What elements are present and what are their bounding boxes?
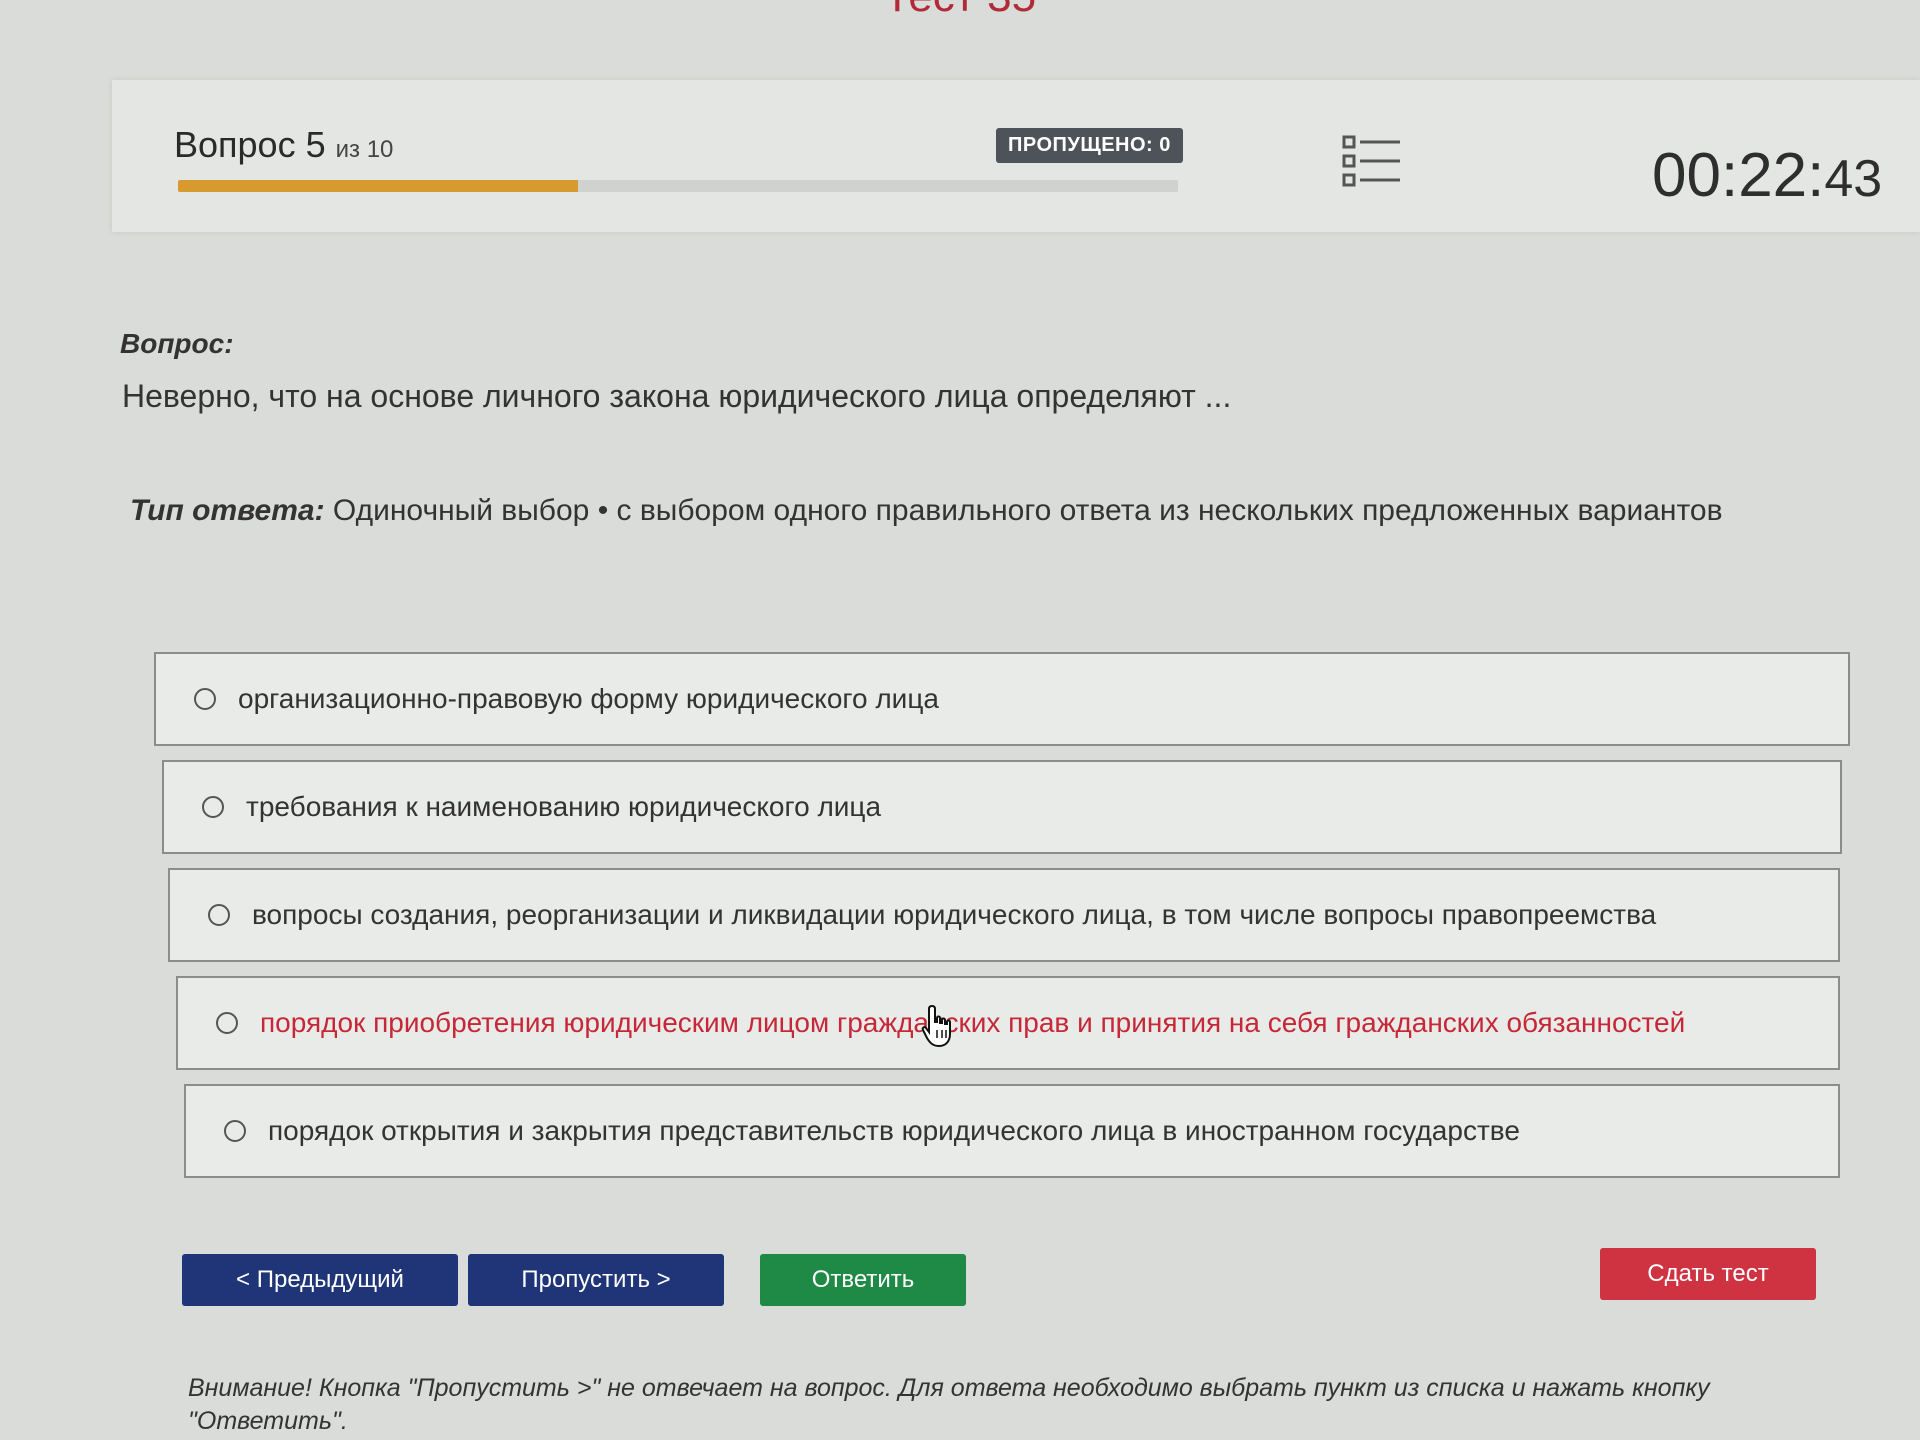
previous-button[interactable]: < Предыдущий (182, 1254, 458, 1306)
option-label: вопросы создания, реорганизации и ликвид… (252, 899, 1657, 930)
radio-button[interactable] (216, 1012, 238, 1034)
radio-button[interactable] (194, 688, 216, 710)
test-header: Вопрос 5 из 10 ПРОПУЩЕНО: 0 00:22:43 (112, 80, 1920, 232)
answer-type-label: Тип ответа: (130, 494, 325, 527)
question-counter: Вопрос 5 из 10 (174, 124, 393, 166)
answer-type: Тип ответа: Одиночный выбор • с выбором … (130, 494, 1723, 528)
option-label: порядок приобретения юридическим лицом г… (260, 1007, 1686, 1038)
option-label: организационно-правовую форму юридическо… (238, 683, 939, 714)
timer-seconds: 43 (1824, 150, 1883, 208)
option-label: требования к наименованию юридического л… (246, 791, 882, 822)
skip-button[interactable]: Пропустить > (468, 1254, 724, 1306)
progress-bar (178, 180, 1178, 192)
submit-test-button[interactable]: Сдать тест (1600, 1248, 1816, 1300)
radio-button[interactable] (202, 796, 224, 818)
answer-option-2[interactable]: требования к наименованию юридического л… (162, 760, 1842, 854)
notice-text: Внимание! Кнопка "Пропустить >" не отвеч… (188, 1374, 1710, 1435)
timer-main: 00:22: (1652, 141, 1825, 210)
question-label: Вопрос: (120, 328, 234, 359)
timer: 00:22:43 (1652, 140, 1882, 211)
answer-option-3[interactable]: вопросы создания, реорганизации и ликвид… (168, 868, 1840, 962)
skipped-badge: ПРОПУЩЕНО: 0 (996, 128, 1183, 163)
question-total: из 10 (335, 136, 394, 163)
answer-options: организационно-правовую форму юридическо… (154, 652, 1850, 1192)
list-icon[interactable] (1342, 134, 1402, 190)
question-text: Неверно, что на основе личного закона юр… (122, 378, 1232, 414)
radio-button[interactable] (224, 1120, 246, 1142)
answer-option-5[interactable]: порядок открытия и закрытия представител… (184, 1084, 1840, 1178)
answer-type-value: Одиночный выбор • с выбором одного прави… (332, 494, 1723, 527)
radio-button[interactable] (208, 904, 230, 926)
question-number: Вопрос 5 (174, 124, 326, 165)
answer-option-1[interactable]: организационно-правовую форму юридическо… (154, 652, 1850, 746)
progress-fill (178, 180, 578, 192)
option-label: порядок открытия и закрытия представител… (268, 1115, 1520, 1146)
answer-option-4[interactable]: порядок приобретения юридическим лицом г… (176, 976, 1840, 1070)
page-title: Тест 35 (0, 0, 1920, 22)
answer-button[interactable]: Ответить (760, 1254, 966, 1306)
hand-cursor-icon (920, 1004, 954, 1048)
